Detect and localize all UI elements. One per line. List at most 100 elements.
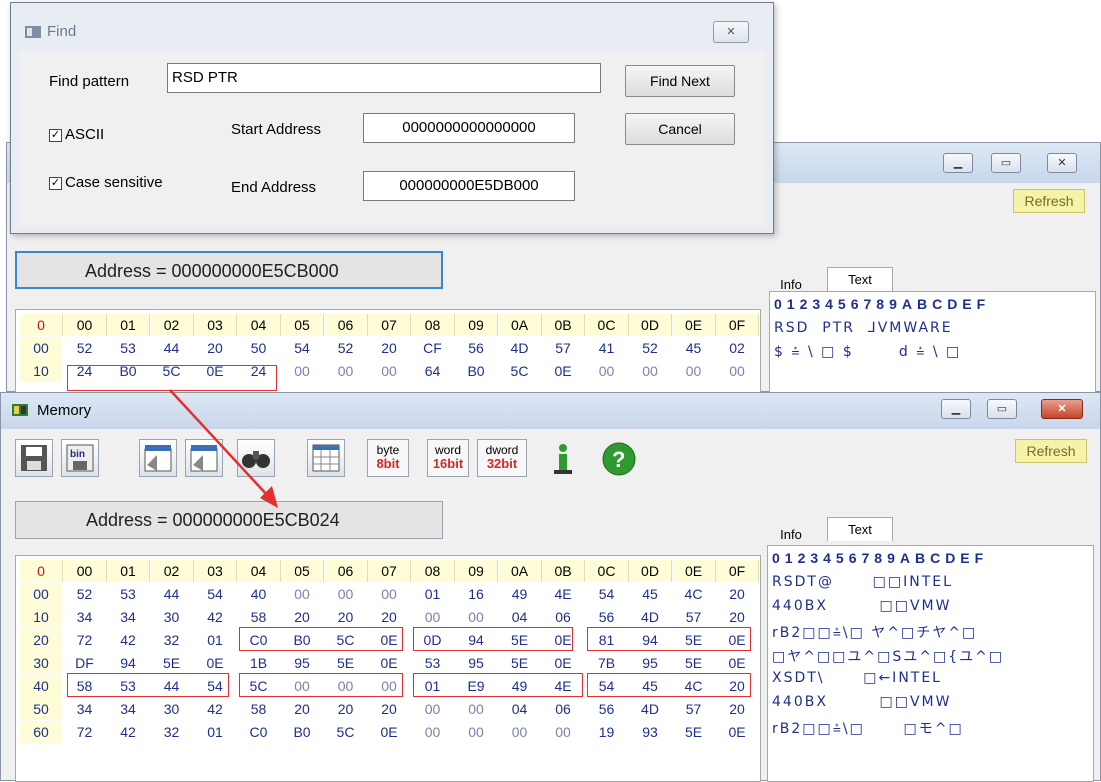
hex-byte-cell[interactable]: 95 <box>629 652 671 674</box>
save-icon[interactable] <box>15 439 53 477</box>
hex-byte-cell[interactable]: 01 <box>194 629 236 651</box>
hex-byte-cell[interactable]: 19 <box>586 721 628 743</box>
hex-byte-cell[interactable]: 54 <box>281 337 323 359</box>
tab-text[interactable]: Text <box>827 517 893 541</box>
hex-byte-cell[interactable]: 5E <box>673 721 715 743</box>
hex-byte-cell[interactable]: 42 <box>107 721 149 743</box>
hex-byte-cell[interactable]: 52 <box>325 337 367 359</box>
hex-byte-cell[interactable]: 20 <box>368 337 410 359</box>
hex-byte-cell[interactable]: 5E <box>325 652 367 674</box>
hex-byte-cell[interactable]: 53 <box>107 337 149 359</box>
hex-byte-cell[interactable]: 94 <box>107 652 149 674</box>
grid-view-icon[interactable] <box>307 439 345 477</box>
close-icon[interactable]: ✕ <box>1041 399 1083 419</box>
hex-byte-cell[interactable]: 01 <box>194 721 236 743</box>
hex-byte-cell[interactable]: 4C <box>673 583 715 605</box>
hex-byte-cell[interactable]: B0 <box>281 721 323 743</box>
hex-byte-cell[interactable]: 42 <box>194 698 236 720</box>
hex-byte-cell[interactable]: 7B <box>586 652 628 674</box>
hex-byte-cell[interactable]: 20 <box>281 606 323 628</box>
find-pattern-input[interactable]: RSD PTR <box>167 63 601 93</box>
hex-byte-cell[interactable]: 06 <box>542 698 584 720</box>
hex-grid[interactable]: 0 00 01 02 03 04 05 06 07 08 09 0A 0B 0C 0D 0E 0F 00 52 53 4… <box>15 555 761 782</box>
hex-byte-cell[interactable]: 00 <box>586 360 628 382</box>
end-address-input[interactable]: 000000000E5DB000 <box>363 171 575 201</box>
hex-byte-cell[interactable]: 53 <box>107 583 149 605</box>
hex-byte-cell[interactable]: 58 <box>238 606 280 628</box>
hex-byte-cell[interactable]: 00 <box>412 721 454 743</box>
hex-byte-cell[interactable]: 64 <box>412 360 454 382</box>
hex-byte-cell[interactable]: 0E <box>542 652 584 674</box>
hex-byte-cell[interactable]: 42 <box>107 629 149 651</box>
hex-byte-cell[interactable]: 06 <box>542 606 584 628</box>
hex-byte-cell[interactable]: B0 <box>455 360 497 382</box>
hex-byte-cell[interactable]: 0E <box>716 652 758 674</box>
hex-byte-cell[interactable]: 02 <box>716 337 758 359</box>
hex-byte-cell[interactable]: 20 <box>716 606 758 628</box>
hex-byte-cell[interactable]: 00 <box>455 698 497 720</box>
hex-byte-cell[interactable]: 72 <box>64 629 106 651</box>
hex-byte-cell[interactable]: 5E <box>673 652 715 674</box>
address-display[interactable]: Address = 000000000E5CB000 <box>15 251 443 289</box>
start-address-input[interactable]: 0000000000000000 <box>363 113 575 143</box>
hex-byte-cell[interactable]: 32 <box>151 721 193 743</box>
hex-byte-cell[interactable]: 34 <box>64 698 106 720</box>
hex-byte-cell[interactable]: 00 <box>281 360 323 382</box>
hex-byte-cell[interactable]: 00 <box>542 721 584 743</box>
hex-byte-cell[interactable]: 0E <box>194 652 236 674</box>
hex-byte-cell[interactable]: 56 <box>455 337 497 359</box>
hex-byte-cell[interactable]: 30 <box>151 698 193 720</box>
hex-byte-cell[interactable]: 54 <box>194 583 236 605</box>
hex-byte-cell[interactable]: 00 <box>455 721 497 743</box>
close-icon[interactable]: ✕ <box>1047 153 1077 173</box>
hex-byte-cell[interactable]: 00 <box>325 360 367 382</box>
hex-byte-cell[interactable]: 50 <box>238 337 280 359</box>
hex-byte-cell[interactable]: 56 <box>586 698 628 720</box>
hex-byte-cell[interactable]: 20 <box>716 583 758 605</box>
hex-byte-cell[interactable]: 1B <box>238 652 280 674</box>
ascii-checkbox[interactable]: ✓ <box>49 129 62 142</box>
hex-byte-cell[interactable]: 0E <box>542 360 584 382</box>
hex-byte-cell[interactable]: 20 <box>368 698 410 720</box>
hex-byte-cell[interactable]: 32 <box>151 629 193 651</box>
hex-byte-cell[interactable]: 41 <box>586 337 628 359</box>
hex-byte-cell[interactable]: 30 <box>151 606 193 628</box>
hex-byte-cell[interactable]: 4D <box>629 698 671 720</box>
hex-byte-cell[interactable]: 20 <box>281 698 323 720</box>
maximize-icon[interactable]: ▭ <box>987 399 1017 419</box>
hex-byte-cell[interactable]: 52 <box>64 583 106 605</box>
word-16bit-button[interactable]: word 16bit <box>427 439 469 477</box>
tab-info[interactable]: Info <box>767 523 815 547</box>
hex-byte-cell[interactable]: 5E <box>499 652 541 674</box>
maximize-icon[interactable]: ▭ <box>991 153 1021 173</box>
hex-byte-cell[interactable]: 00 <box>281 583 323 605</box>
find-next-button[interactable]: Find Next <box>625 65 735 97</box>
hex-byte-cell[interactable]: 00 <box>716 360 758 382</box>
hex-byte-cell[interactable]: DF <box>64 652 106 674</box>
hex-byte-cell[interactable]: 20 <box>325 606 367 628</box>
hex-byte-cell[interactable]: 01 <box>412 583 454 605</box>
hex-byte-cell[interactable]: 49 <box>499 583 541 605</box>
hex-byte-cell[interactable]: 34 <box>107 698 149 720</box>
hex-byte-cell[interactable]: 4D <box>629 606 671 628</box>
hex-byte-cell[interactable]: 57 <box>542 337 584 359</box>
hex-byte-cell[interactable]: 40 <box>238 583 280 605</box>
hex-byte-cell[interactable]: 4D <box>499 337 541 359</box>
hex-byte-cell[interactable]: 00 <box>412 606 454 628</box>
hex-byte-cell[interactable]: 4E <box>542 583 584 605</box>
minimize-icon[interactable]: ▁ <box>943 153 973 173</box>
hex-byte-cell[interactable]: 20 <box>716 698 758 720</box>
hex-byte-cell[interactable]: 5C <box>325 721 367 743</box>
hex-byte-cell[interactable]: 5C <box>499 360 541 382</box>
hex-byte-cell[interactable]: 00 <box>629 360 671 382</box>
hex-byte-cell[interactable]: 0E <box>716 721 758 743</box>
hex-byte-cell[interactable]: 45 <box>629 583 671 605</box>
dword-32bit-button[interactable]: dword 32bit <box>477 439 527 477</box>
hex-byte-cell[interactable]: 20 <box>194 337 236 359</box>
case-sensitive-checkbox[interactable]: ✓ <box>49 177 62 190</box>
hex-byte-cell[interactable]: CF <box>412 337 454 359</box>
hex-byte-cell[interactable]: 5E <box>151 652 193 674</box>
hex-byte-cell[interactable]: 56 <box>586 606 628 628</box>
hex-byte-cell[interactable]: 20 <box>325 698 367 720</box>
hex-byte-cell[interactable]: 0E <box>368 721 410 743</box>
